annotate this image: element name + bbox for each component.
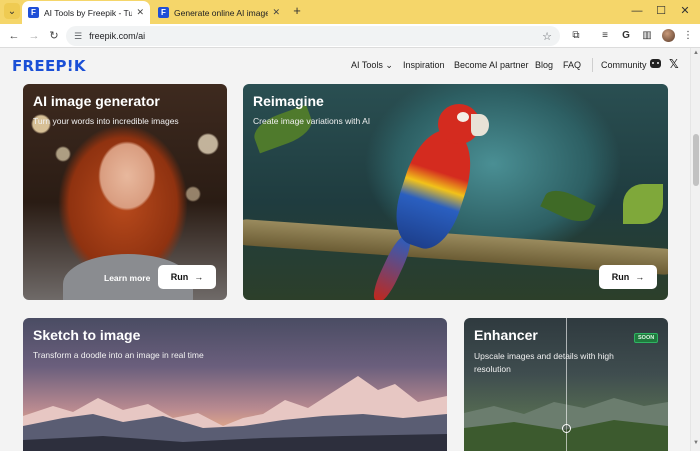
- card-title: AI image generator: [33, 93, 160, 109]
- freepik-favicon-icon: F: [158, 7, 169, 18]
- card-subtitle: Transform a doodle into an image in real…: [33, 350, 204, 360]
- parrot-beak: [471, 114, 489, 136]
- nav-inspiration[interactable]: Inspiration: [403, 60, 445, 70]
- leaf-decoration: [249, 104, 317, 154]
- run-label: Run: [170, 272, 189, 282]
- tab-title: Generate online AI images with: [174, 7, 269, 18]
- card-title: Reimagine: [253, 93, 324, 109]
- tab-freepik-ai-tools[interactable]: F AI Tools by Freepik - Turn any i ✕: [22, 1, 150, 24]
- run-button[interactable]: Run →: [599, 265, 657, 289]
- nav-ai-tools[interactable]: AI Tools ⌄: [351, 60, 393, 71]
- reading-list-icon[interactable]: ≡: [597, 28, 613, 44]
- card-ai-image-generator[interactable]: AI image generator Turn your words into …: [23, 84, 227, 300]
- arrow-right-icon: →: [635, 272, 645, 282]
- side-panel-icon[interactable]: ▥: [639, 28, 655, 44]
- site-header: FREEP!K AI Tools ⌄ Inspiration Become AI…: [0, 48, 690, 82]
- new-tab-button[interactable]: +: [289, 2, 305, 20]
- tab-title: AI Tools by Freepik - Turn any i: [44, 7, 133, 18]
- run-button[interactable]: Run →: [158, 265, 216, 289]
- google-icon[interactable]: G: [618, 28, 634, 44]
- card-subtitle: Turn your words into incredible images: [33, 116, 179, 126]
- x-twitter-icon[interactable]: 𝕏: [669, 57, 679, 71]
- card-sketch-to-image[interactable]: Sketch to image Transform a doodle into …: [23, 318, 447, 451]
- scroll-up-icon[interactable]: ▲: [692, 50, 700, 56]
- window-close-icon[interactable]: ✕: [674, 2, 696, 20]
- tab-generate-ai-images[interactable]: F Generate online AI images with ✕: [152, 1, 286, 24]
- nav-ai-tools-label: AI Tools: [351, 60, 383, 70]
- soon-badge: SOON: [634, 333, 659, 343]
- tab-search-icon[interactable]: ⌄: [4, 3, 20, 19]
- freepik-logo[interactable]: FREEP!K: [12, 57, 86, 75]
- card-enhancer[interactable]: Enhancer SOON Upscale images and details…: [464, 318, 668, 451]
- nav-blog[interactable]: Blog: [535, 60, 553, 70]
- card-subtitle: Create image variations with AI: [253, 116, 371, 126]
- profile-avatar[interactable]: [662, 29, 675, 42]
- back-icon[interactable]: ←: [6, 28, 22, 44]
- run-label: Run: [611, 272, 630, 282]
- scrollbar-thumb[interactable]: [693, 134, 699, 186]
- minimize-icon[interactable]: —: [626, 2, 648, 20]
- url-text[interactable]: freepik.com/ai: [89, 31, 542, 41]
- learn-more-link[interactable]: Learn more: [104, 273, 150, 283]
- page-content: FREEP!K AI Tools ⌄ Inspiration Become AI…: [0, 48, 690, 451]
- bookmark-star-icon[interactable]: ☆: [542, 30, 552, 43]
- leaf-decoration: [540, 184, 596, 228]
- nav-divider: [592, 58, 593, 72]
- card-reimagine[interactable]: Reimagine Create image variations with A…: [243, 84, 668, 300]
- chevron-down-icon: ⌄: [385, 60, 393, 70]
- scroll-down-icon[interactable]: ▼: [692, 440, 700, 446]
- close-icon[interactable]: ✕: [136, 7, 144, 18]
- nav-become-partner[interactable]: Become AI partner: [454, 60, 529, 70]
- reload-icon[interactable]: ↻: [46, 28, 62, 44]
- close-icon[interactable]: ✕: [272, 7, 280, 18]
- maximize-icon[interactable]: ☐: [650, 2, 672, 20]
- page-scrollbar[interactable]: ▲ ▼: [690, 48, 700, 451]
- card-title: Enhancer: [474, 327, 538, 343]
- forward-icon[interactable]: →: [26, 28, 42, 44]
- site-info-icon[interactable]: ☰: [74, 31, 82, 42]
- freepik-favicon-icon: F: [28, 7, 39, 18]
- tab-strip: ⌄ F AI Tools by Freepik - Turn any i ✕ F…: [0, 0, 700, 24]
- parrot-eye: [457, 112, 469, 122]
- arrow-right-icon: →: [194, 272, 204, 282]
- more-menu-icon[interactable]: ⋮: [680, 28, 696, 44]
- address-bar[interactable]: ☰ freepik.com/ai ☆: [66, 26, 560, 46]
- compare-slider-handle[interactable]: [562, 424, 571, 433]
- card-subtitle: Upscale images and details with high res…: [474, 351, 614, 374]
- nav-community[interactable]: Community: [601, 60, 647, 70]
- extensions-icon[interactable]: ⧉: [568, 28, 584, 44]
- browser-toolbar: ← → ↻ ☰ freepik.com/ai ☆ ⧉ ≡ G ▥ ⋮: [0, 24, 700, 48]
- nav-faq[interactable]: FAQ: [563, 60, 581, 70]
- leaf-decoration: [623, 184, 663, 224]
- discord-icon[interactable]: [650, 59, 661, 68]
- card-title: Sketch to image: [33, 327, 141, 343]
